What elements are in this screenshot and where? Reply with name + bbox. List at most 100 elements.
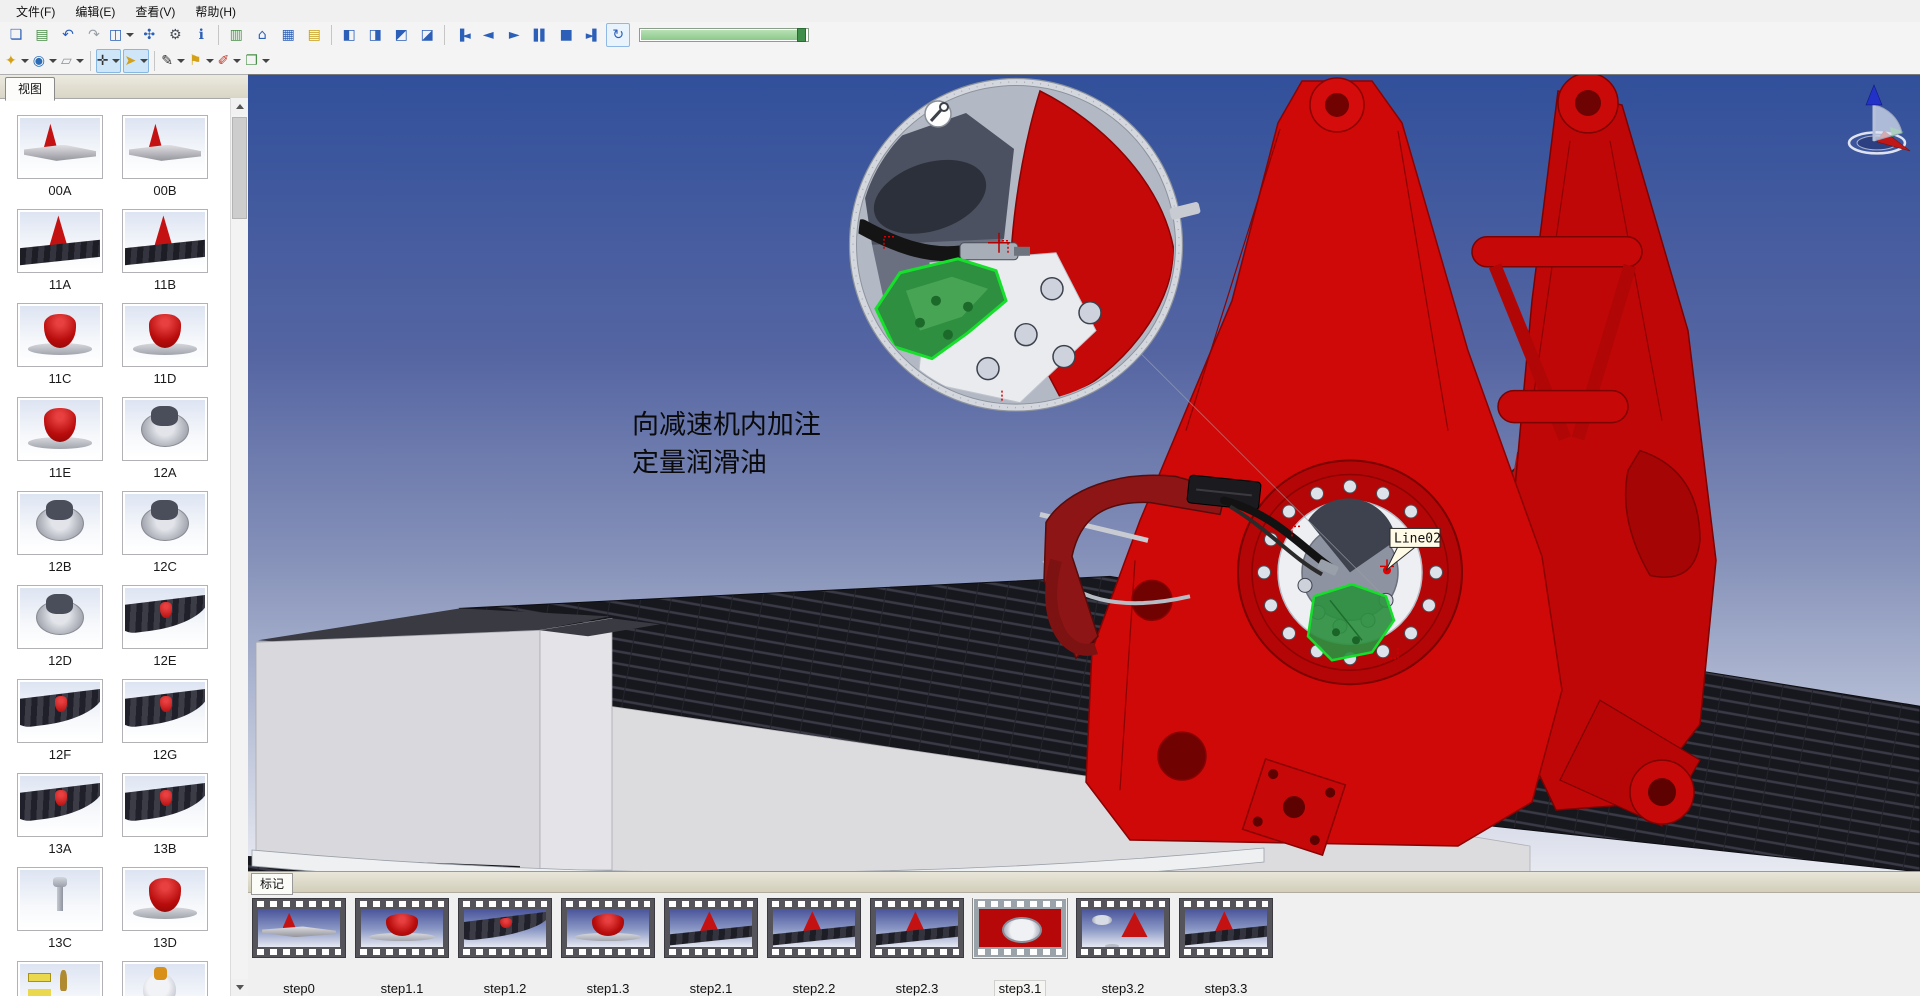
- menu-item-file[interactable]: 文件(F): [6, 1, 65, 22]
- step-scene-plant: [258, 909, 340, 947]
- pen-annotate-button[interactable]: ✎: [160, 49, 186, 73]
- play-first-button[interactable]: ▐◄: [450, 23, 474, 47]
- open-file-button[interactable]: ❏: [4, 23, 28, 47]
- marker-panel-dropdown-icon[interactable]: [262, 59, 270, 63]
- pen-annotate-dropdown-icon[interactable]: [177, 59, 185, 63]
- view-thumbnail-12G[interactable]: 12G: [122, 679, 208, 761]
- section-box-button[interactable]: ▱: [60, 49, 85, 73]
- erase-markup-dropdown-icon[interactable]: [233, 59, 241, 63]
- view-thumb-image: [17, 303, 103, 367]
- fit-window-button[interactable]: ✣: [137, 23, 161, 47]
- viewport-3d[interactable]: 向减速机内加注 定量润滑油 Line02: [248, 74, 1920, 872]
- view-thumbnail-partial[interactable]: [17, 961, 103, 996]
- erase-markup-button[interactable]: ✐: [217, 49, 243, 73]
- thumb-scene-bolt: [20, 870, 100, 928]
- progress-handle[interactable]: [797, 28, 806, 42]
- view-thumbnail-12E[interactable]: 12E: [122, 585, 208, 667]
- fly-mode-dropdown-icon[interactable]: [140, 59, 148, 63]
- view-thumbnail-11E[interactable]: 11E: [17, 397, 103, 479]
- view-label: 11A: [17, 273, 103, 295]
- scroll-down-icon[interactable]: [231, 979, 248, 996]
- marker-panel-button[interactable]: ❐: [244, 49, 271, 73]
- animation-progress-bar[interactable]: [639, 28, 809, 42]
- step-item-step3.3[interactable]: step3.3: [1179, 898, 1273, 996]
- step-item-step2.2[interactable]: step2.2: [767, 898, 861, 996]
- camera-view-4-button[interactable]: ◪: [415, 23, 439, 47]
- camera-view-4-icon: ◪: [421, 28, 434, 42]
- orbit-rotate-button[interactable]: ◉: [32, 49, 58, 73]
- step-item-step3.1[interactable]: step3.1: [973, 898, 1067, 996]
- play-prev-button[interactable]: ◄: [476, 23, 500, 47]
- explode-tool-button[interactable]: ✦: [4, 49, 30, 73]
- play-first-icon: ▐◄: [456, 30, 469, 41]
- undo-button[interactable]: ↶: [56, 23, 80, 47]
- view-thumbnail-12F[interactable]: 12F: [17, 679, 103, 761]
- view-thumbnail-11A[interactable]: 11A: [17, 209, 103, 291]
- step-item-step1.3[interactable]: step1.3: [561, 898, 655, 996]
- save-image-button[interactable]: ▤: [30, 23, 54, 47]
- menu-item-edit[interactable]: 编辑(E): [65, 1, 125, 22]
- section-box-dropdown-icon[interactable]: [76, 59, 84, 63]
- view-thumbnail-11C[interactable]: 11C: [17, 303, 103, 385]
- about-info-button[interactable]: ℹ: [189, 23, 213, 47]
- thumb-scene-tags: [20, 964, 100, 996]
- view-thumbnail-00B[interactable]: 00B: [122, 115, 208, 197]
- view-thumbnail-13D[interactable]: 13D: [122, 867, 208, 949]
- view-thumbnail-13C[interactable]: 13C: [17, 867, 103, 949]
- import-model-icon: ▥: [230, 28, 243, 42]
- redo-button[interactable]: ↷: [82, 23, 106, 47]
- fly-mode-button[interactable]: ➤: [123, 49, 149, 73]
- step-item-step3.2[interactable]: step3.2: [1076, 898, 1170, 996]
- import-model-button[interactable]: ▥: [224, 23, 248, 47]
- stop-button[interactable]: ■: [554, 23, 578, 47]
- step-item-step1.2[interactable]: step1.2: [458, 898, 552, 996]
- pause-icon: ▌▌: [534, 30, 547, 41]
- home-view-button[interactable]: ⌂: [250, 23, 274, 47]
- report-note-button[interactable]: ▤: [302, 23, 326, 47]
- viewport-3d-scene[interactable]: 向减速机内加注 定量润滑油 Line02: [248, 75, 1920, 872]
- view-thumbnail-12C[interactable]: 12C: [122, 491, 208, 573]
- step-item-step1.1[interactable]: step1.1: [355, 898, 449, 996]
- view-thumbnail-13B[interactable]: 13B: [122, 773, 208, 855]
- step-item-step2.1[interactable]: step2.1: [664, 898, 758, 996]
- view-thumbnail-12B[interactable]: 12B: [17, 491, 103, 573]
- menu-item-help[interactable]: 帮助(H): [185, 1, 246, 22]
- view-label: 13C: [17, 931, 103, 953]
- text-flag-note-button[interactable]: ⚑: [188, 49, 215, 73]
- view-thumbnail-12D[interactable]: 12D: [17, 585, 103, 667]
- text-flag-note-dropdown-icon[interactable]: [206, 59, 214, 63]
- walk-mode-dropdown-icon[interactable]: [112, 59, 120, 63]
- step-film-image: [567, 909, 649, 947]
- sidebar-scrollbar[interactable]: [230, 98, 248, 996]
- scrollbar-thumb[interactable]: [232, 117, 247, 219]
- switch-document-button[interactable]: ◫: [108, 23, 135, 47]
- view-thumb-image: [122, 679, 208, 743]
- camera-view-1-button[interactable]: ◧: [337, 23, 361, 47]
- camera-view-2-button[interactable]: ◨: [363, 23, 387, 47]
- loop-playback-button[interactable]: ↻: [606, 23, 630, 47]
- bom-table-button[interactable]: ▦: [276, 23, 300, 47]
- scroll-up-icon[interactable]: [231, 98, 248, 115]
- menu-item-view[interactable]: 查看(V): [125, 1, 185, 22]
- play-last-button[interactable]: ►▌: [580, 23, 604, 47]
- loop-playback-icon: ↻: [612, 28, 624, 42]
- play-button[interactable]: ►: [502, 23, 526, 47]
- tab-marks[interactable]: 标记: [251, 873, 293, 895]
- view-thumbnail-11D[interactable]: 11D: [122, 303, 208, 385]
- step-item-step0[interactable]: step0: [252, 898, 346, 996]
- view-thumbnail-partial[interactable]: [122, 961, 208, 996]
- orbit-rotate-dropdown-icon[interactable]: [49, 59, 57, 63]
- view-thumbnail-13A[interactable]: 13A: [17, 773, 103, 855]
- app-window: 文件(F)编辑(E)查看(V)帮助(H) ❏▤↶↷◫✣⚙ℹ▥⌂▦▤◧◨◩◪▐◄◄…: [0, 0, 1920, 996]
- switch-document-dropdown-icon[interactable]: [126, 33, 134, 37]
- walk-mode-button[interactable]: ✛: [96, 49, 122, 73]
- step-item-step2.3[interactable]: step2.3: [870, 898, 964, 996]
- settings-gear-button[interactable]: ⚙: [163, 23, 187, 47]
- pause-button[interactable]: ▌▌: [528, 23, 552, 47]
- annotation-line2: 定量润滑油: [632, 448, 767, 478]
- explode-tool-dropdown-icon[interactable]: [21, 59, 29, 63]
- view-thumbnail-12A[interactable]: 12A: [122, 397, 208, 479]
- camera-view-3-button[interactable]: ◩: [389, 23, 413, 47]
- view-thumbnail-11B[interactable]: 11B: [122, 209, 208, 291]
- view-thumbnail-00A[interactable]: 00A: [17, 115, 103, 197]
